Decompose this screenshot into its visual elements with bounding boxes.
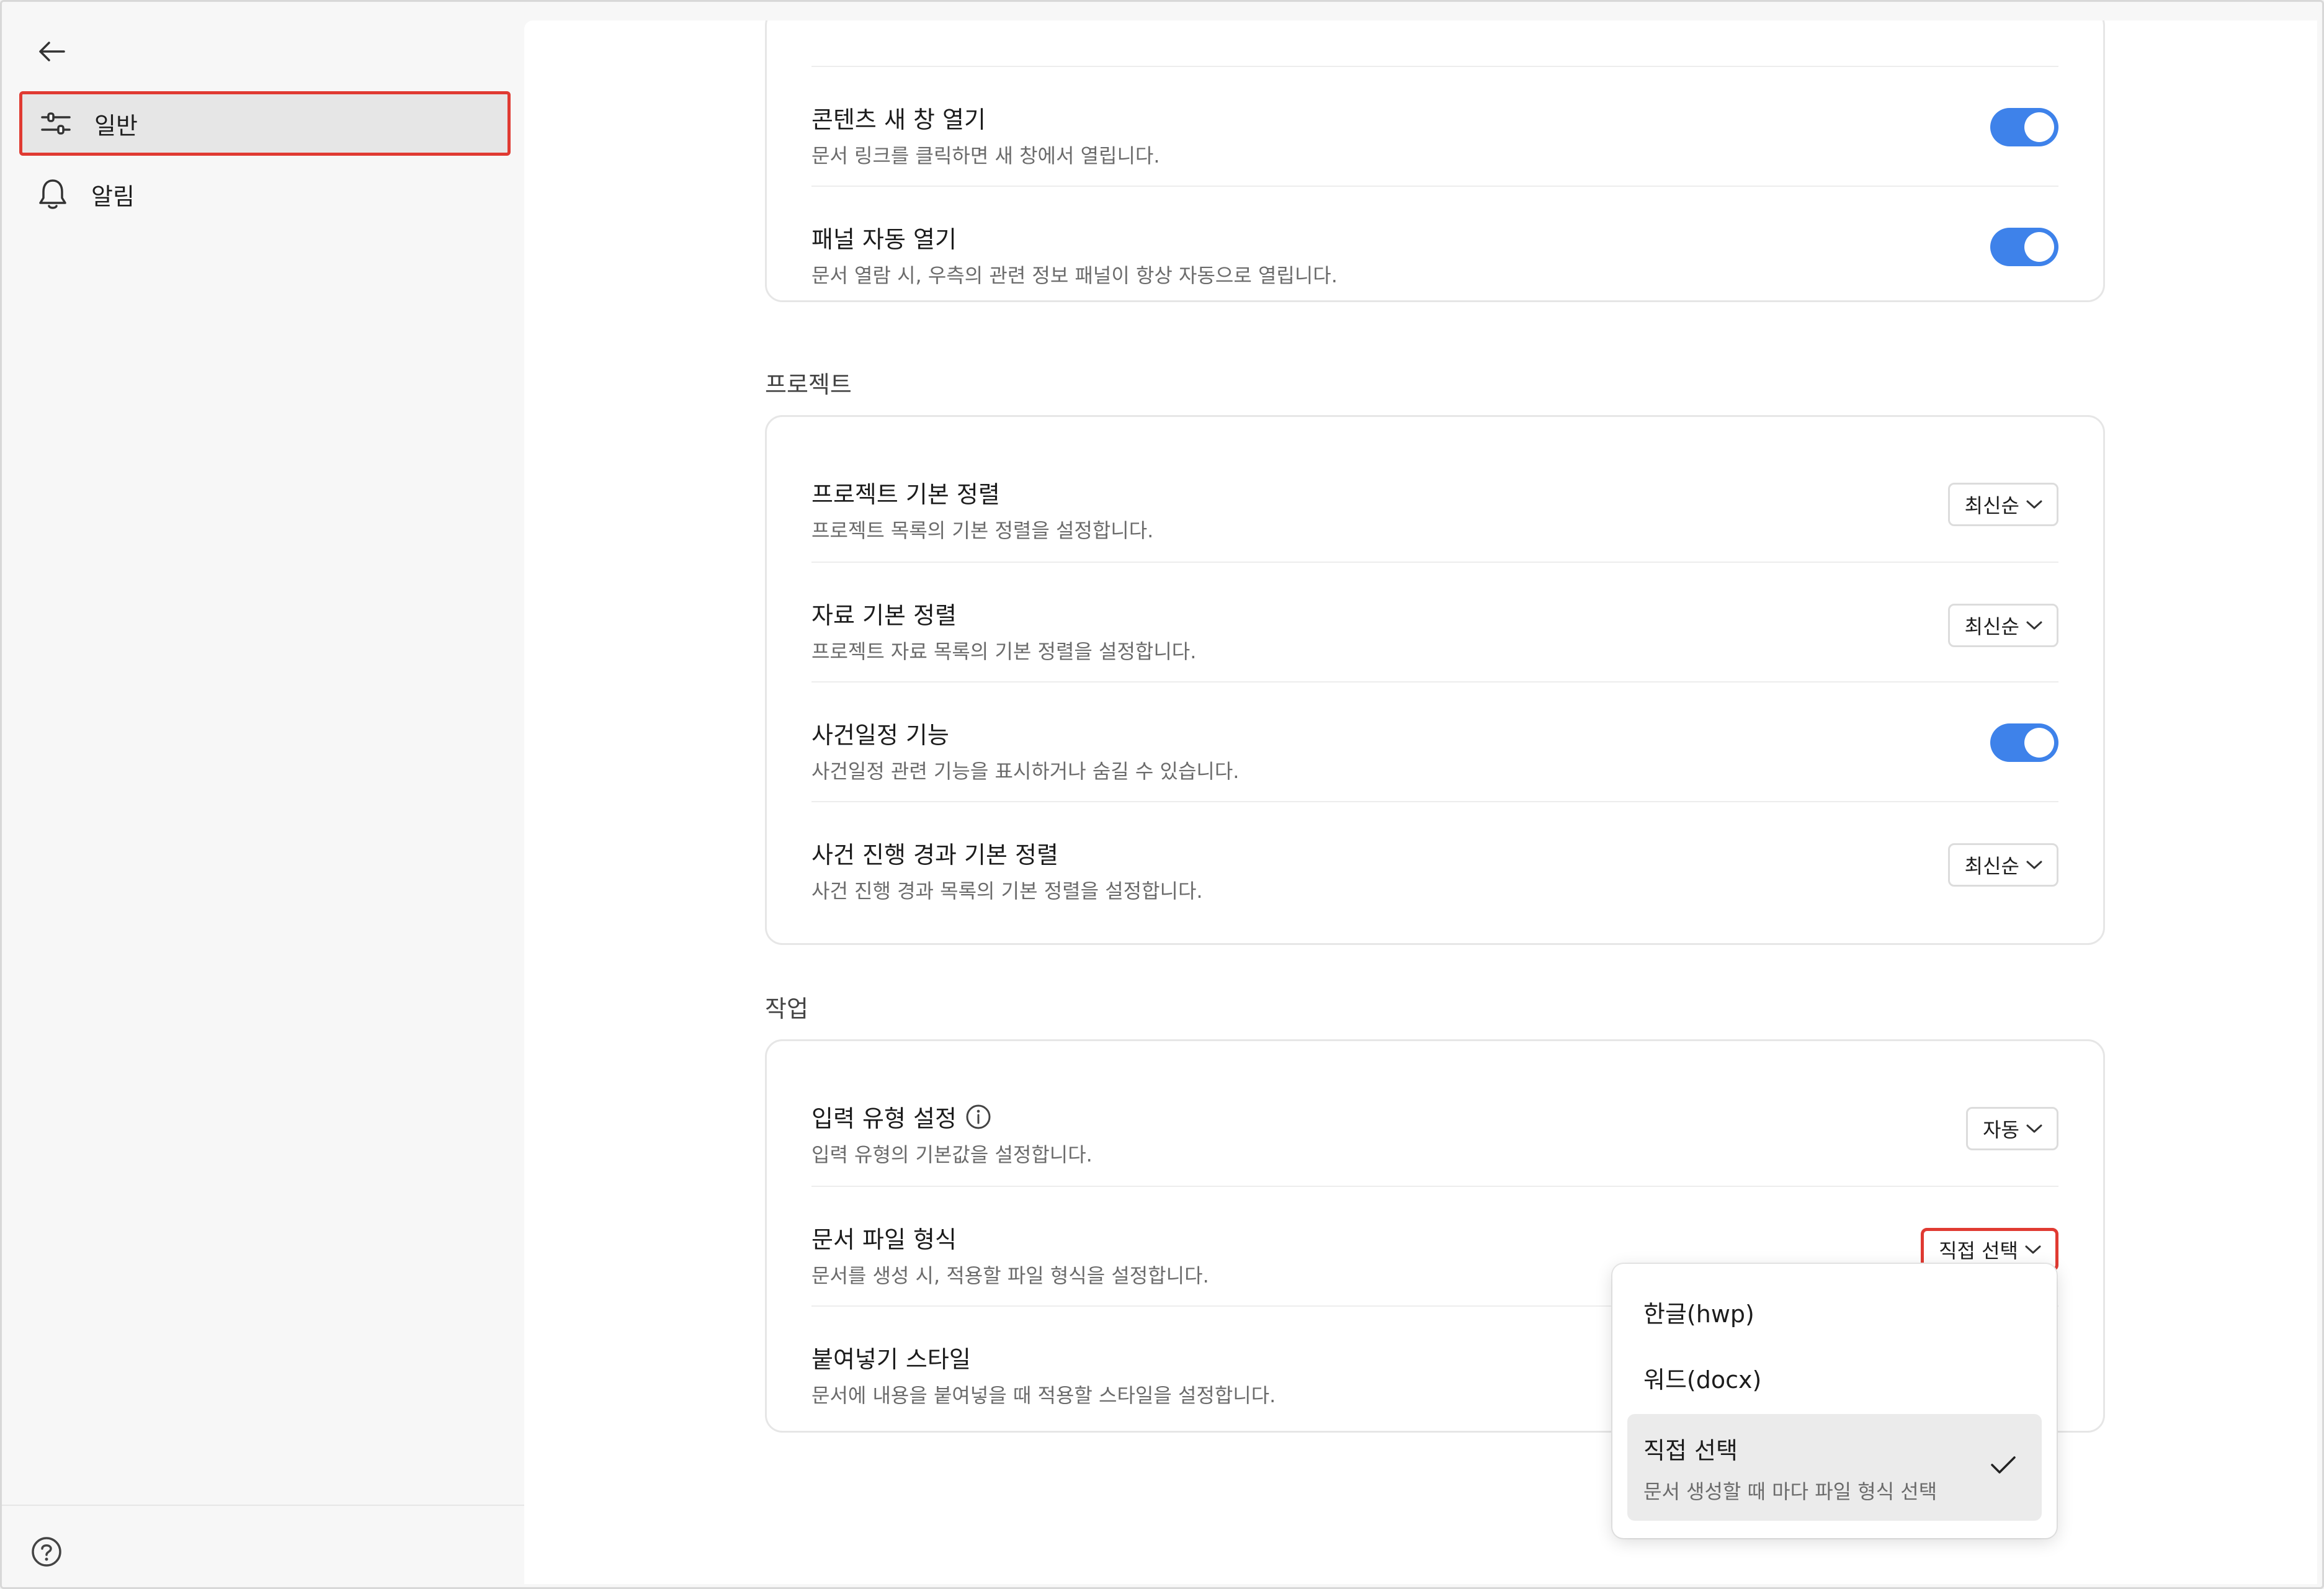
- project-sort-select[interactable]: 최신순: [1947, 483, 2058, 526]
- setting-description: 프로젝트 자료 목록의 기본 정렬을 설정합니다.: [811, 640, 1197, 663]
- file-format-dropdown: 한글(hwp) 워드(docx) 직접 선택 문서 생성할 때 마다 파일 형식…: [1612, 1264, 2057, 1538]
- option-label: 한글(hwp): [1643, 1300, 1754, 1328]
- chevron-down-icon: [2026, 499, 2043, 510]
- select-value: 자동: [1983, 1118, 2019, 1142]
- dropdown-option-hwp[interactable]: 한글(hwp): [1627, 1278, 2042, 1341]
- sidebar-item-label: 일반: [94, 112, 138, 140]
- setting-title: 사건일정 기능: [811, 722, 949, 749]
- setting-title: 사건 진행 경과 기본 정렬: [811, 841, 1058, 869]
- option-label: 직접 선택: [1643, 1437, 1738, 1464]
- section-label-work: 작업: [765, 995, 808, 1023]
- setting-title: 붙여넣기 스타일: [811, 1346, 971, 1373]
- input-type-select[interactable]: 자동: [1966, 1107, 2058, 1150]
- setting-title: 문서 파일 형식: [811, 1226, 957, 1253]
- sliders-icon: [38, 106, 73, 141]
- setting-title: 패널 자동 열기: [811, 226, 957, 253]
- select-value: 최신순: [1964, 494, 2019, 517]
- sidebar-divider: [2, 1505, 524, 1506]
- setting-description: 문서를 생성 시, 적용할 파일 형식을 설정합니다.: [811, 1264, 1209, 1287]
- option-label: 워드(docx): [1643, 1366, 1762, 1394]
- setting-title: 자료 기본 정렬: [811, 602, 957, 629]
- dropdown-option-manual[interactable]: 직접 선택 문서 생성할 때 마다 파일 형식 선택: [1627, 1414, 2042, 1521]
- setting-description: 문서에 내용을 붙여넣을 때 적용할 스타일을 설정합니다.: [811, 1384, 1276, 1407]
- setting-row: 사건 진행 경과 기본 정렬 사건 진행 경과 목록의 기본 정렬을 설정합니다…: [811, 801, 2058, 921]
- sidebar-item-label: 알림: [91, 182, 135, 210]
- help-circle-icon: [32, 1537, 61, 1567]
- chevron-down-icon: [2026, 1123, 2043, 1134]
- setting-description: 입력 유형의 기본값을 설정합니다.: [811, 1143, 1093, 1166]
- arrow-left-icon: [39, 42, 65, 61]
- setting-row: 입력 유형 설정 입력 유형의 기본값을 설정합니다. 자동: [811, 1066, 2058, 1186]
- setting-description: 프로젝트 목록의 기본 정렬을 설정합니다.: [811, 519, 1154, 542]
- select-value: 직접 선택: [1939, 1239, 2018, 1263]
- sidebar: 일반 알림: [2, 2, 524, 1587]
- back-button[interactable]: [33, 33, 70, 70]
- help-button[interactable]: [29, 1534, 64, 1569]
- select-value: 최신순: [1964, 615, 2019, 638]
- chevron-down-icon: [2026, 859, 2043, 871]
- setting-row: 프로젝트 기본 정렬 프로젝트 목록의 기본 정렬을 설정합니다. 최신순: [811, 442, 2058, 562]
- case-schedule-toggle[interactable]: [1990, 723, 2058, 762]
- setting-title: 입력 유형 설정: [811, 1099, 991, 1134]
- chevron-down-icon: [2024, 1244, 2042, 1255]
- setting-row: 자료 기본 정렬 프로젝트 자료 목록의 기본 정렬을 설정합니다. 최신순: [811, 562, 2058, 681]
- sidebar-item-general[interactable]: 일반: [19, 91, 511, 156]
- settings-window: 일반 알림 콘텐츠 새 창 열기 문서 링크를 클릭하면 새 창에서 열립니다.…: [0, 0, 2324, 1589]
- sidebar-item-notifications[interactable]: 알림: [19, 162, 511, 226]
- option-description: 문서 생성할 때 마다 파일 형식 선택: [1643, 1480, 1937, 1503]
- project-settings-card: 프로젝트 기본 정렬 프로젝트 목록의 기본 정렬을 설정합니다. 최신순 자료…: [765, 415, 2105, 945]
- setting-description: 문서 링크를 클릭하면 새 창에서 열립니다.: [811, 144, 1160, 168]
- check-icon: [1990, 1454, 2017, 1479]
- chevron-down-icon: [2026, 620, 2043, 631]
- general-settings-card: 콘텐츠 새 창 열기 문서 링크를 클릭하면 새 창에서 열립니다. 패널 자동…: [765, 20, 2105, 302]
- setting-description: 문서 열람 시, 우측의 관련 정보 패널이 항상 자동으로 열립니다.: [811, 264, 1338, 287]
- setting-description: 사건일정 관련 기능을 표시하거나 숨길 수 있습니다.: [811, 759, 1240, 783]
- setting-row: 패널 자동 열기 문서 열람 시, 우측의 관련 정보 패널이 항상 자동으로 …: [811, 186, 2058, 305]
- dropdown-option-docx[interactable]: 워드(docx): [1627, 1343, 2042, 1407]
- setting-title: 콘텐츠 새 창 열기: [811, 106, 986, 133]
- section-label-project: 프로젝트: [765, 371, 852, 398]
- material-sort-select[interactable]: 최신순: [1947, 604, 2058, 647]
- setting-description: 사건 진행 경과 목록의 기본 정렬을 설정합니다.: [811, 879, 1203, 903]
- bell-icon: [35, 177, 70, 212]
- setting-title-text: 입력 유형 설정: [811, 1105, 957, 1132]
- open-new-window-toggle[interactable]: [1990, 108, 2058, 146]
- setting-row: 콘텐츠 새 창 열기 문서 링크를 클릭하면 새 창에서 열립니다.: [811, 66, 2058, 186]
- case-progress-sort-select[interactable]: 최신순: [1947, 843, 2058, 887]
- select-value: 최신순: [1964, 854, 2019, 878]
- setting-row: 사건일정 기능 사건일정 관련 기능을 표시하거나 숨길 수 있습니다.: [811, 681, 2058, 801]
- setting-title: 프로젝트 기본 정렬: [811, 481, 1000, 508]
- auto-open-panel-toggle[interactable]: [1990, 228, 2058, 266]
- info-circle-icon[interactable]: [965, 1104, 991, 1130]
